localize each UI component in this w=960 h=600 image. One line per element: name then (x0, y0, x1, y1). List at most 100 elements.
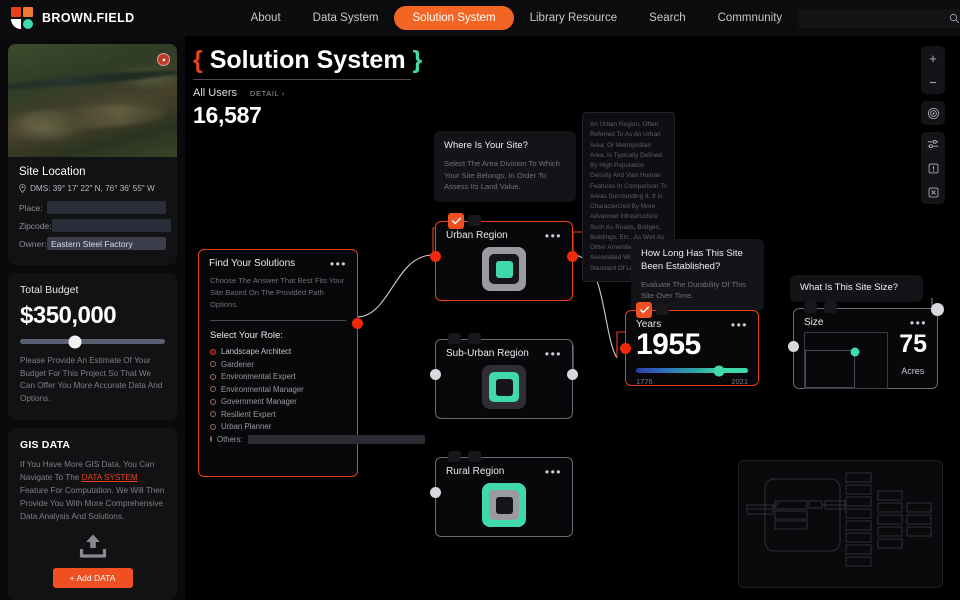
years-card[interactable]: Years ••• 1955 1776 2021 (620, 302, 759, 386)
upload-icon (79, 534, 106, 559)
title-brace-right: } (412, 46, 423, 74)
map-pin-badge[interactable] (157, 53, 170, 66)
sub-urban-output-port[interactable] (567, 369, 578, 380)
zipcode-field[interactable] (51, 219, 171, 232)
role-option-resilient-expert[interactable]: Resilient Expert (210, 410, 346, 419)
role-option-landscape-architect[interactable]: Landscape Architect (210, 347, 346, 356)
others-input[interactable] (247, 434, 425, 444)
budget-amount: $350,000 (20, 302, 117, 329)
sub-urban-menu[interactable]: ••• (545, 348, 562, 360)
solutions-card-description: Choose The Answer That Best Fits Your Si… (210, 276, 345, 310)
search-box[interactable] (798, 8, 960, 28)
brand-logo[interactable]: BROWN.FIELD (11, 7, 135, 29)
budget-note: Please Provide An Estimate Of Your Budge… (20, 356, 163, 404)
nav-link-solution-system[interactable]: Solution System (394, 6, 514, 30)
schematic-svg (746, 472, 932, 567)
search-input[interactable] (804, 12, 950, 24)
radio-icon (210, 373, 216, 380)
size-input-port[interactable] (788, 341, 799, 352)
settings-sliders-button[interactable] (921, 132, 945, 156)
urban-region-checkbox[interactable] (448, 213, 464, 229)
tip-title: Where Is Your Site? (444, 140, 528, 151)
app-root: BROWN.FIELD About Data System Solution S… (0, 0, 960, 600)
size-menu[interactable]: ••• (910, 317, 927, 329)
sub-urban-input-port[interactable] (430, 369, 441, 380)
close-icon (928, 187, 938, 197)
schematic-diagram[interactable] (738, 460, 943, 588)
budget-slider[interactable] (20, 335, 165, 348)
size-tab[interactable] (824, 302, 837, 313)
rural-tab[interactable] (468, 451, 481, 462)
size-checkbox[interactable] (804, 302, 817, 313)
role-option-environmental-manager[interactable]: Environmental Manager (210, 385, 346, 394)
nav-link-search[interactable]: Search (633, 6, 701, 30)
nav-link-library-resource[interactable]: Library Resource (514, 6, 634, 30)
node-sub-urban-region[interactable]: Sub-Urban Region ••• (430, 333, 578, 419)
urban-output-port[interactable] (567, 251, 578, 262)
close-button[interactable] (921, 180, 945, 204)
data-system-link[interactable]: DATA SYSTEM (82, 473, 138, 482)
rural-menu[interactable]: ••• (545, 466, 562, 478)
rural-checkbox[interactable] (448, 451, 461, 462)
owner-field[interactable] (47, 237, 166, 250)
nav-link-data-system[interactable]: Data System (297, 6, 395, 30)
radio-icon (210, 436, 212, 443)
role-option-environmental-expert[interactable]: Environmental Expert (210, 372, 346, 381)
years-checkbox[interactable] (636, 302, 652, 318)
solutions-card-menu[interactable]: ••• (330, 258, 347, 270)
urban-input-port[interactable] (430, 251, 441, 262)
node-rural-region[interactable]: Rural Region ••• (430, 451, 573, 537)
place-field[interactable] (47, 201, 166, 214)
role-option-government-manager[interactable]: Government Manager (210, 397, 346, 406)
years-input-port[interactable] (620, 343, 631, 354)
alert-button[interactable] (921, 156, 945, 180)
urban-region-tab[interactable] (468, 215, 481, 226)
nav-link-about[interactable]: About (235, 6, 297, 30)
size-output-port[interactable] (931, 303, 944, 316)
role-option-gardener[interactable]: Gardener (210, 360, 346, 369)
node-label: Sub-Urban Region (446, 348, 529, 359)
upload-area[interactable] (20, 533, 165, 559)
owner-row: Owner: (19, 237, 166, 250)
zoom-out-button[interactable]: − (921, 70, 945, 94)
site-size-tip: What Is This Site Size? (790, 275, 923, 302)
solutions-output-port[interactable] (352, 318, 363, 329)
radio-icon (210, 411, 216, 418)
sub-urban-tab[interactable] (468, 333, 481, 344)
tip-title: How Long Has This Site Been Established? (641, 248, 743, 272)
years-menu[interactable]: ••• (731, 319, 748, 331)
gis-title: GIS DATA (20, 438, 71, 451)
check-icon (639, 306, 649, 314)
add-data-button[interactable]: + Add DATA (52, 568, 133, 589)
title-divider (193, 79, 411, 80)
node-label: Urban Region (446, 230, 508, 241)
target-group (921, 101, 945, 125)
budget-slider-knob[interactable] (68, 335, 82, 348)
rural-input-port[interactable] (430, 487, 441, 498)
nav-link-community[interactable]: Commnunity (702, 6, 799, 30)
role-option-others[interactable]: Others: (210, 434, 425, 444)
size-unit: Acres (901, 366, 925, 376)
urban-region-icon (482, 247, 526, 291)
site-satellite-image[interactable] (8, 44, 177, 157)
gis-note-after: Feature For Computation. We Will Then Pr… (20, 486, 165, 522)
size-card[interactable]: Size ••• 75 Acres (788, 302, 944, 389)
search-icon[interactable] (949, 13, 960, 24)
main-canvas: { Solution System } All Users DETAIL › 1… (185, 36, 960, 600)
sub-urban-checkbox[interactable] (448, 333, 461, 344)
urban-region-icon-wrap (436, 247, 572, 291)
gis-data-card: GIS DATA If You Have More GIS Data, You … (8, 427, 177, 600)
urban-region-menu[interactable]: ••• (545, 230, 562, 242)
detail-link[interactable]: DETAIL › (250, 89, 285, 98)
size-resize-handle[interactable] (850, 347, 860, 357)
node-urban-region[interactable]: Urban Region ••• (430, 213, 578, 301)
years-slider[interactable] (636, 365, 748, 376)
years-tab[interactable] (656, 304, 669, 315)
years-slider-knob[interactable] (713, 365, 725, 376)
target-button[interactable] (921, 101, 945, 125)
tools-group (921, 132, 945, 204)
pin-icon (162, 58, 165, 61)
role-option-urban-planner[interactable]: Urban Planner (210, 422, 346, 431)
brand-name: BROWN.FIELD (42, 11, 135, 25)
zoom-in-button[interactable]: + (921, 46, 945, 70)
